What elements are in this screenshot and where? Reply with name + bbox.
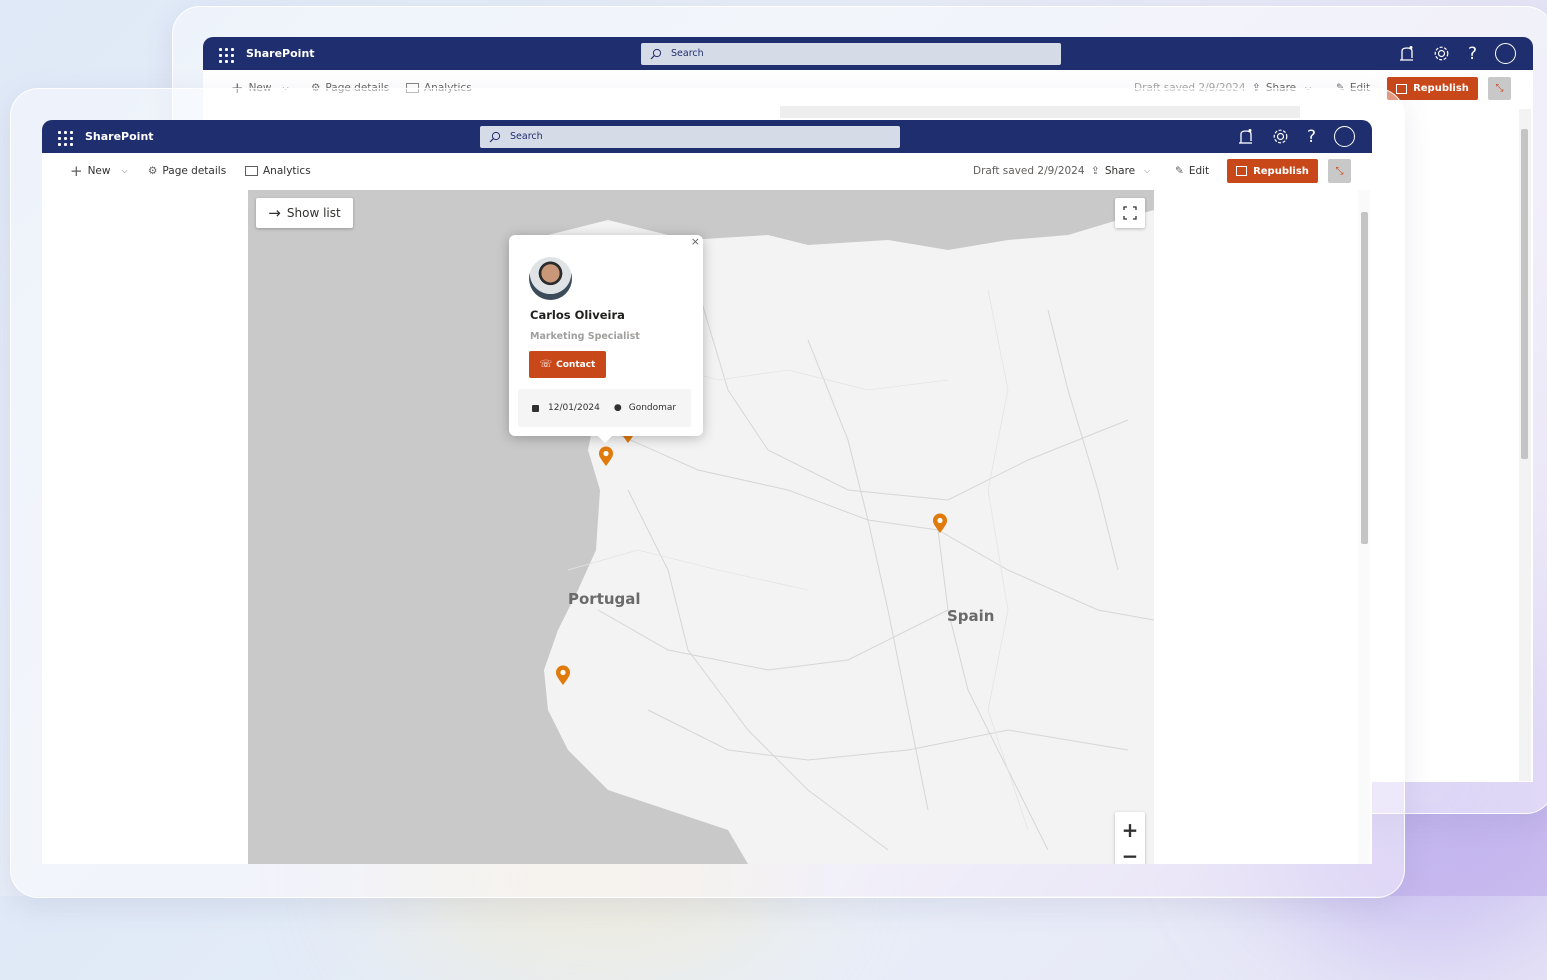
collapse-icon: ⤡ xyxy=(1495,83,1504,94)
zoom-out-button[interactable]: − xyxy=(1122,844,1139,864)
help-icon[interactable]: ? xyxy=(1468,44,1477,64)
avatar-icon[interactable] xyxy=(1495,43,1517,64)
zoom-in-button[interactable]: + xyxy=(1122,816,1139,844)
analytics-button[interactable]: Analytics xyxy=(245,165,311,177)
search-placeholder: Search xyxy=(510,131,543,142)
fullscreen-button[interactable] xyxy=(1115,198,1145,228)
popup-arrow xyxy=(598,436,612,443)
fullscreen-icon xyxy=(1123,206,1137,220)
show-list-button[interactable]: → Show list xyxy=(256,198,353,228)
country-label-portugal: Portugal xyxy=(568,590,641,608)
gear-icon[interactable] xyxy=(1433,45,1450,62)
front-window: SharePoint Search ? + New ⌵ ⚙ Page detai… xyxy=(42,120,1372,864)
pencil-icon: ✎ xyxy=(1175,165,1184,177)
map-pin-icon[interactable] xyxy=(555,665,571,686)
suite-bar: SharePoint Search ? xyxy=(42,120,1372,153)
event-location: Gondomar xyxy=(628,403,677,413)
new-button[interactable]: + New ⌵ xyxy=(70,162,128,180)
waffle-icon[interactable] xyxy=(219,48,234,63)
waffle-icon[interactable] xyxy=(58,131,73,146)
book-icon xyxy=(1396,83,1408,94)
search-placeholder: Search xyxy=(671,48,704,59)
scrollbar[interactable] xyxy=(1358,190,1370,864)
suite-bar: SharePoint Search ? xyxy=(203,37,1533,70)
page-details-label: Page details xyxy=(162,165,227,177)
search-icon xyxy=(650,48,662,60)
edit-label: Edit xyxy=(1188,165,1210,177)
search-icon xyxy=(489,131,501,143)
arrow-right-icon: → xyxy=(268,204,281,222)
contact-name: Carlos Oliveira xyxy=(530,308,625,322)
calendar-icon xyxy=(532,404,539,412)
contact-icon: ☏ xyxy=(539,359,553,370)
map-pin-icon[interactable] xyxy=(932,513,948,534)
zoom-controls: + − xyxy=(1115,812,1145,864)
page-details-button[interactable]: ⚙ Page details xyxy=(148,165,226,177)
share-icon: ⇪ xyxy=(1091,165,1100,177)
brand-label[interactable]: SharePoint xyxy=(85,130,154,143)
republish-label: Republish xyxy=(1413,83,1469,94)
contact-label: Contact xyxy=(556,359,596,370)
avatar-icon[interactable] xyxy=(1334,126,1356,147)
republish-button[interactable]: Republish xyxy=(1387,77,1478,100)
command-bar: + New ⌵ ⚙ Page details Analytics Draft s… xyxy=(42,160,1372,182)
book-icon xyxy=(1236,166,1248,176)
plus-icon: + xyxy=(70,162,83,180)
share-button[interactable]: ⇪ Share ⌵ xyxy=(1091,165,1150,177)
close-icon[interactable]: × xyxy=(691,235,700,248)
contact-popup: × Carlos Oliveira Marketing Specialist ☏… xyxy=(509,235,703,443)
popup-footer: 12/01/2024 ● Gondomar xyxy=(518,389,691,427)
gear-icon[interactable] xyxy=(1272,128,1289,145)
show-list-label: Show list xyxy=(286,206,341,220)
map-pin-icon[interactable] xyxy=(598,446,614,467)
event-date: 12/01/2024 xyxy=(548,403,600,413)
help-icon[interactable]: ? xyxy=(1307,127,1316,147)
chevron-down-icon: ⌵ xyxy=(1144,166,1151,175)
scrollbar[interactable] xyxy=(1519,109,1531,781)
map-canvas[interactable]: → Show list + − Portugal Spain × Carlos … xyxy=(248,190,1154,864)
republish-button[interactable]: Republish xyxy=(1227,159,1318,183)
analytics-label: Analytics xyxy=(263,165,311,177)
gear-icon: ⚙ xyxy=(148,165,158,177)
contact-title: Marketing Specialist xyxy=(530,331,640,342)
megaphone-icon[interactable] xyxy=(1238,128,1254,146)
collapse-button[interactable]: ⤡ xyxy=(1328,159,1351,183)
scrollbar-thumb[interactable] xyxy=(1361,212,1368,544)
chevron-down-icon: ⌵ xyxy=(121,166,128,175)
avatar xyxy=(529,257,572,300)
megaphone-icon[interactable] xyxy=(1399,45,1415,63)
analytics-icon xyxy=(245,166,258,176)
contact-button[interactable]: ☏ Contact xyxy=(529,351,606,378)
brand-label[interactable]: SharePoint xyxy=(246,47,315,60)
search-input[interactable]: Search xyxy=(480,126,900,148)
edit-button[interactable]: ✎ Edit xyxy=(1175,165,1209,177)
location-pin-icon: ● xyxy=(613,403,622,413)
republish-label: Republish xyxy=(1253,165,1309,177)
search-input[interactable]: Search xyxy=(641,43,1061,65)
scrollbar-thumb[interactable] xyxy=(1521,129,1528,459)
collapse-icon: ⤡ xyxy=(1335,165,1344,177)
country-label-spain: Spain xyxy=(947,607,995,625)
share-label: Share xyxy=(1104,165,1136,177)
draft-status: Draft saved 2/9/2024 xyxy=(973,165,1085,177)
new-label: New xyxy=(87,165,111,177)
collapse-button[interactable]: ⤡ xyxy=(1488,77,1511,100)
